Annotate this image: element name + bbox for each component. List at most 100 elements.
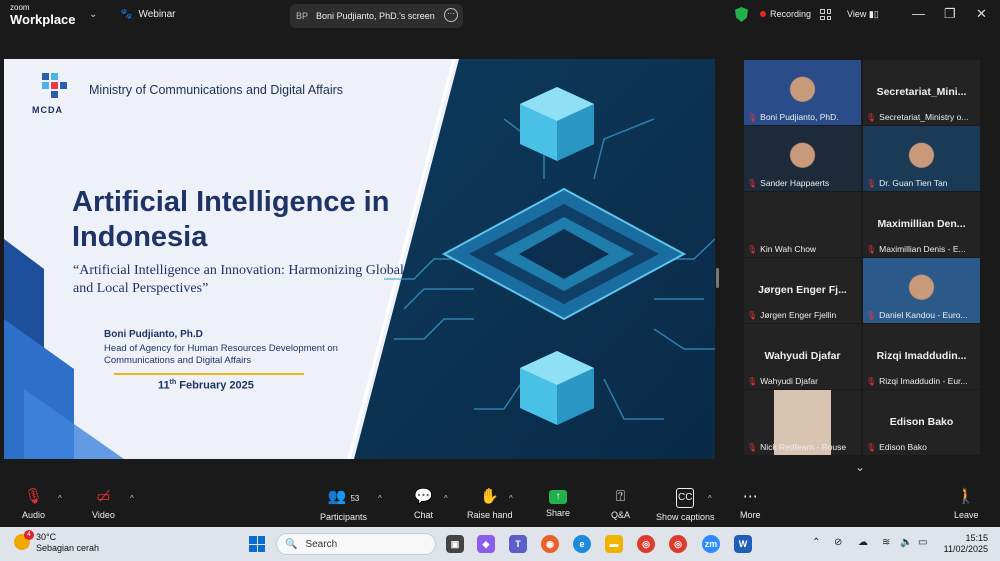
slide-title: Artificial Intelligence in Indonesia	[72, 186, 390, 253]
participant-tile[interactable]: 🎙 Dr. Guan Tien Tan	[863, 126, 980, 191]
resize-handle[interactable]	[716, 268, 719, 288]
sharer-label: Boni Pudjianto, PhD.'s screen	[316, 11, 435, 21]
participant-tile[interactable]: 🎙 Nick Redfearn - Rouse	[744, 390, 861, 455]
participant-tile[interactable]: Maximillian Den... 🎙 Maximillian Denis - E…	[863, 192, 980, 257]
chevron-down-icon[interactable]: ⌄	[89, 9, 97, 20]
mic-muted-icon: 🎙	[866, 244, 877, 254]
slide-date: 11th February 2025	[158, 379, 254, 392]
participant-tile[interactable]: Edison Bako 🎙 Edison Bako	[863, 390, 980, 455]
participant-name: Maximillian Denis - E...	[879, 244, 966, 254]
audio-button[interactable]: 🎙 Audio	[22, 488, 45, 520]
temperature: 30°C	[36, 532, 57, 542]
file-explorer-icon[interactable]: ▬	[605, 535, 623, 553]
chrome-profile-icon[interactable]: ◎	[669, 535, 687, 553]
edge-icon[interactable]: e	[573, 535, 591, 553]
tray-cloud-icon[interactable]: ☁	[858, 537, 868, 548]
task-view-icon[interactable]: ▣	[446, 535, 464, 553]
participant-name: Nick Redfearn - Rouse	[760, 442, 847, 452]
zoom-app-icon[interactable]: zm	[702, 535, 720, 553]
tray-app-icon[interactable]: ⊘	[834, 537, 842, 548]
mic-muted-icon: 🎙	[866, 376, 877, 386]
screen-share-indicator[interactable]: BP Boni Pudjianto, PhD.'s screen ···	[290, 4, 463, 28]
share-button[interactable]: ↑ Share	[546, 488, 570, 518]
view-layout-icon: ▮▯	[868, 9, 879, 19]
shared-screen-slide: Ministry of Communications and Digital A…	[4, 59, 715, 459]
zoom-logo[interactable]: zoom Workplace	[10, 4, 76, 27]
participant-tile[interactable]: Rizqi Imaddudin... 🎙 Rizqi Imaddudin - Eur…	[863, 324, 980, 389]
mic-muted-icon: 🎙	[23, 488, 44, 505]
chrome-icon[interactable]: ◎	[637, 535, 655, 553]
mic-muted-icon: 🎙	[747, 178, 758, 188]
volume-icon[interactable]: 🔈	[900, 537, 912, 548]
apps-grid-icon[interactable]	[820, 9, 831, 20]
audio-options-caret[interactable]: ^	[58, 494, 62, 503]
participant-name: Kin Wah Chow	[760, 244, 817, 254]
title-bar: zoom Workplace ⌄ 🐾 Webinar BP Boni Pudji…	[0, 0, 1000, 32]
mic-muted-icon: 🎙	[866, 178, 877, 188]
hand-icon: ✋	[480, 488, 500, 505]
raise-hand-caret[interactable]: ^	[509, 494, 513, 503]
system-clock[interactable]: 15:15 11/02/2025	[940, 533, 988, 555]
slide-logo-text: MCDA	[32, 105, 63, 115]
more-options-icon[interactable]: ···	[444, 8, 458, 22]
windows-taskbar: 4 30°C Sebagian cerah 🔍 Search ▣ ◆ T ◉ e…	[0, 527, 1000, 561]
video-options-caret[interactable]: ^	[130, 494, 134, 503]
chat-caret[interactable]: ^	[444, 494, 448, 503]
mic-muted-icon: 🎙	[866, 442, 877, 452]
slide-background	[4, 59, 715, 459]
paw-icon: 🐾	[120, 9, 133, 20]
security-shield-icon[interactable]	[735, 7, 748, 22]
participant-tile[interactable]: Secretariat_Mini... 🎙 Secretariat_Ministry…	[863, 60, 980, 125]
minimize-icon[interactable]: —	[912, 6, 925, 21]
recording-indicator[interactable]: Recording	[760, 9, 811, 19]
firefox-icon[interactable]: ◉	[541, 535, 559, 553]
slide-author-role: Head of Agency for Human Resources Devel…	[104, 343, 338, 366]
participant-name: Sander Happaerts	[760, 178, 830, 188]
webinar-info-button[interactable]: 🐾 Webinar	[120, 9, 176, 20]
participant-display-name: Rizqi Imaddudin...	[876, 350, 967, 362]
participant-name-label: 🎙 Sander Happaerts	[747, 178, 829, 188]
participant-name-label: 🎙 Nick Redfearn - Rouse	[747, 442, 846, 452]
view-button[interactable]: View ▮▯	[847, 9, 879, 20]
mic-muted-icon: 🎙	[747, 112, 758, 122]
weather-desc: Sebagian cerah	[36, 543, 100, 553]
tray-expand-icon[interactable]: ⌃	[812, 537, 820, 548]
taskbar-search[interactable]: 🔍 Search	[276, 533, 436, 555]
participant-tile[interactable]: Wahyudi Djafar 🎙 Wahyudi Djafar	[744, 324, 861, 389]
chat-button[interactable]: 💬 Chat	[414, 488, 433, 520]
recording-label: Recording	[770, 9, 812, 19]
participant-tile[interactable]: 🎙 Boni Pudjianto, PhD.	[744, 60, 861, 125]
leave-button[interactable]: 🚶 Leave	[954, 488, 979, 520]
restore-icon[interactable]: ❐	[944, 6, 956, 22]
participant-name-label: 🎙 Edison Bako	[866, 442, 927, 452]
captions-caret[interactable]: ^	[708, 494, 712, 503]
windows-start-icon[interactable]	[249, 536, 265, 552]
raise-hand-button[interactable]: ✋ Raise hand	[467, 488, 513, 520]
weather-widget[interactable]: 4 30°C Sebagian cerah	[14, 530, 100, 554]
participant-tile[interactable]: 🎙 Sander Happaerts	[744, 126, 861, 191]
battery-icon[interactable]: ▭	[918, 537, 927, 548]
close-icon[interactable]: ✕	[976, 6, 987, 22]
meeting-controls: 🎙 Audio ^ ▭̸ Video ^ 👥 53 Participants ^…	[0, 484, 1000, 527]
participants-caret[interactable]: ^	[378, 494, 382, 503]
participant-tile[interactable]: Jørgen Enger Fj... 🎙 Jørgen Enger Fjellin	[744, 258, 861, 323]
participant-tile[interactable]: 🎙 Daniel Kandou - Euro...	[863, 258, 980, 323]
participants-button[interactable]: 👥 53 Participants	[320, 488, 367, 522]
video-button[interactable]: ▭̸ Video	[92, 488, 115, 520]
weather-badge: 4	[24, 530, 34, 540]
wifi-icon[interactable]: ≋	[882, 537, 890, 548]
participant-name: Edison Bako	[879, 442, 927, 452]
participant-display-name: Wahyudi Djafar	[764, 350, 841, 362]
teams-icon[interactable]: T	[509, 535, 527, 553]
participant-name-label: 🎙 Daniel Kandou - Euro...	[866, 310, 968, 320]
captions-button[interactable]: CC Show captions	[656, 488, 715, 522]
brand-big: Workplace	[10, 12, 76, 27]
more-button[interactable]: ⋯ More	[740, 488, 761, 520]
word-icon[interactable]: W	[734, 535, 752, 553]
gallery-scroll-down-icon[interactable]: ⌄	[855, 460, 865, 474]
participant-tile[interactable]: 🎙 Kin Wah Chow	[744, 192, 861, 257]
copilot-icon[interactable]: ◆	[477, 535, 495, 553]
qa-button[interactable]: ⍰ Q&A	[611, 488, 630, 520]
share-screen-icon: ↑	[549, 490, 568, 504]
search-icon: 🔍	[285, 538, 298, 550]
